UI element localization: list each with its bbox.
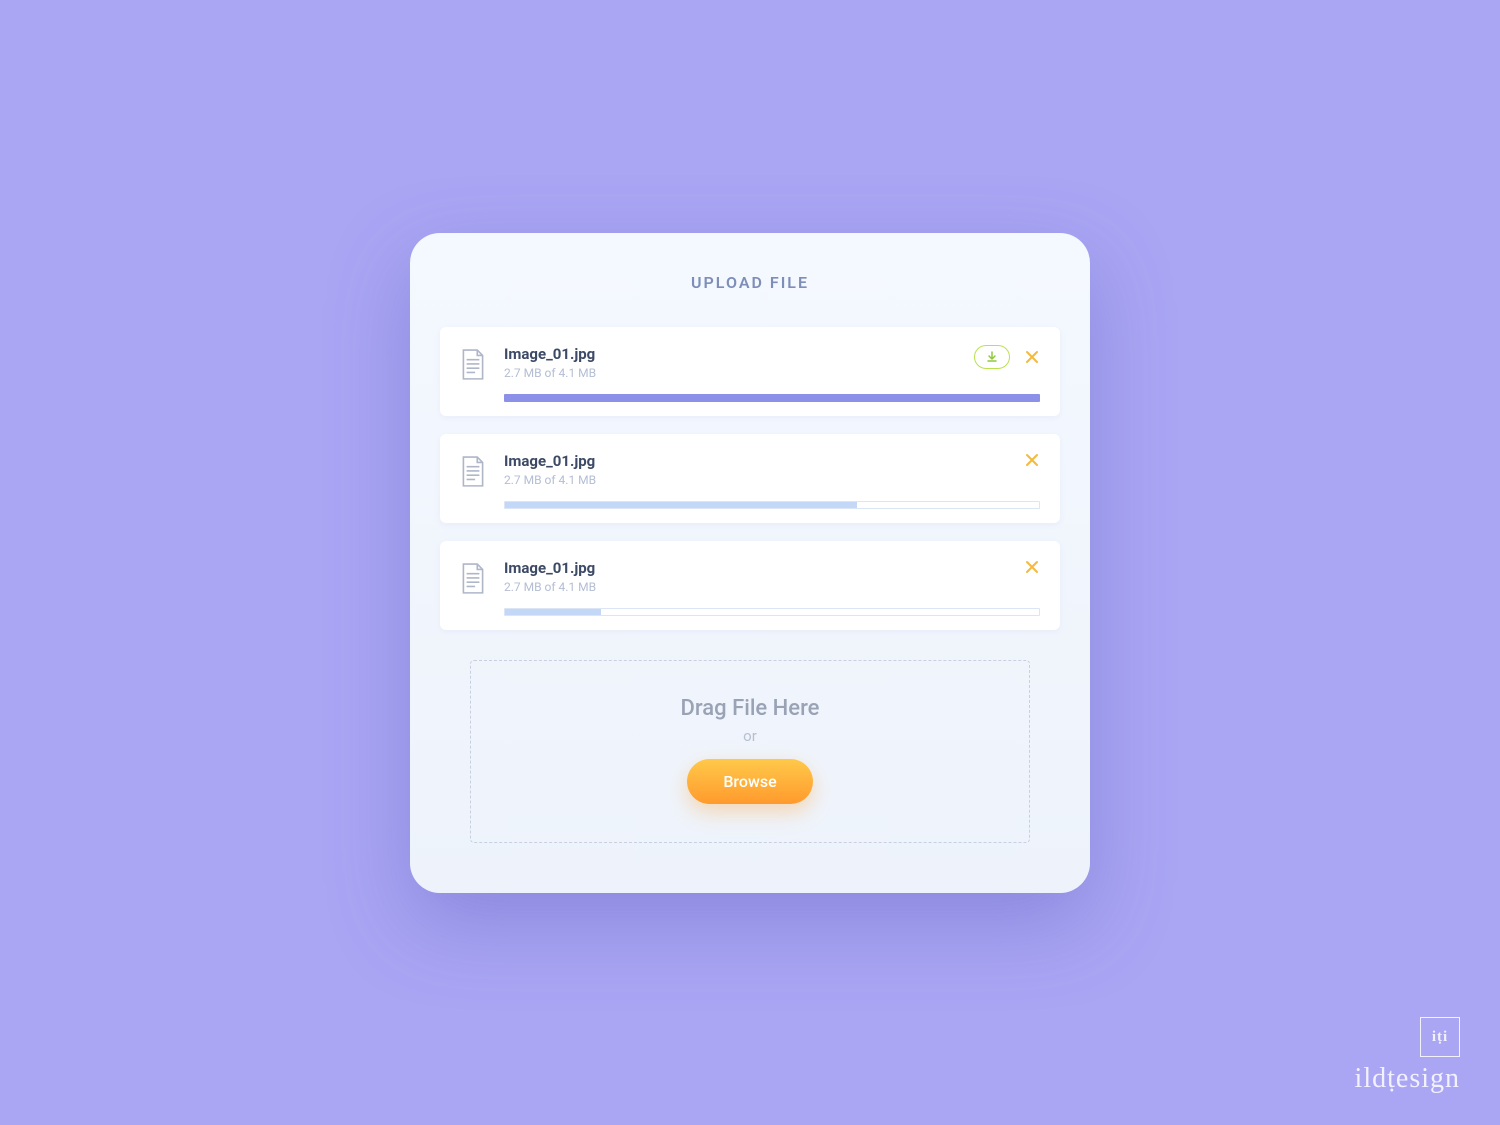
file-actions: [1024, 559, 1040, 575]
file-name: Image_01.jpg: [504, 559, 596, 577]
close-icon: [1025, 560, 1039, 574]
card-title: UPLOAD FILE: [410, 273, 1090, 292]
download-icon: [986, 351, 998, 363]
progress-fill: [505, 609, 601, 615]
progress-fill: [504, 394, 1040, 402]
drag-label: Drag File Here: [491, 696, 1009, 721]
document-icon: [460, 563, 486, 595]
file-info: Image_01.jpg 2.7 MB of 4.1 MB: [504, 559, 596, 594]
download-button[interactable]: [974, 345, 1010, 369]
or-label: or: [491, 727, 1009, 745]
file-list: Image_01.jpg 2.7 MB of 4.1 MB: [410, 327, 1090, 630]
cancel-upload-button[interactable]: [1024, 349, 1040, 365]
browse-button[interactable]: Browse: [687, 759, 812, 804]
progress-track: [504, 608, 1040, 616]
progress-track: [504, 501, 1040, 509]
file-name: Image_01.jpg: [504, 345, 596, 363]
file-actions: [1024, 452, 1040, 468]
file-name: Image_01.jpg: [504, 452, 596, 470]
file-row: Image_01.jpg 2.7 MB of 4.1 MB: [440, 541, 1060, 630]
close-icon: [1025, 453, 1039, 467]
watermark-brand: ildṭesign: [1355, 1063, 1460, 1095]
watermark-logo-icon: iṭi: [1420, 1017, 1460, 1057]
close-icon: [1025, 350, 1039, 364]
file-content: Image_01.jpg 2.7 MB of 4.1 MB: [504, 345, 1040, 402]
document-icon: [460, 456, 486, 488]
file-row: Image_01.jpg 2.7 MB of 4.1 MB: [440, 327, 1060, 416]
file-info: Image_01.jpg 2.7 MB of 4.1 MB: [504, 452, 596, 487]
file-size: 2.7 MB of 4.1 MB: [504, 580, 596, 594]
progress-track: [504, 394, 1040, 402]
upload-card: UPLOAD FILE Image_01.jpg 2.7 MB of 4: [410, 233, 1090, 893]
watermark: iṭi ildṭesign: [1355, 1017, 1460, 1095]
file-size: 2.7 MB of 4.1 MB: [504, 366, 596, 380]
file-actions: [974, 345, 1040, 369]
file-content: Image_01.jpg 2.7 MB of 4.1 MB: [504, 559, 1040, 616]
cancel-upload-button[interactable]: [1024, 559, 1040, 575]
file-info: Image_01.jpg 2.7 MB of 4.1 MB: [504, 345, 596, 380]
file-size: 2.7 MB of 4.1 MB: [504, 473, 596, 487]
cancel-upload-button[interactable]: [1024, 452, 1040, 468]
file-content: Image_01.jpg 2.7 MB of 4.1 MB: [504, 452, 1040, 509]
document-icon: [460, 349, 486, 381]
progress-fill: [505, 502, 857, 508]
dropzone[interactable]: Drag File Here or Browse: [470, 660, 1030, 843]
file-row: Image_01.jpg 2.7 MB of 4.1 MB: [440, 434, 1060, 523]
